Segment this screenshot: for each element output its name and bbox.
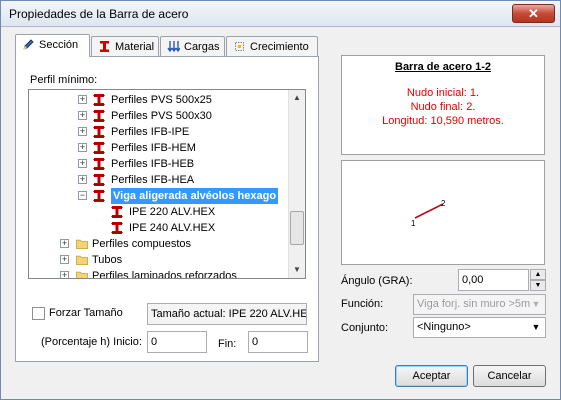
ibeam-profile-icon: [93, 174, 105, 186]
ibeam-profile-icon: [93, 142, 105, 154]
tree-item-label: IPE 240 ALV.HEX: [129, 222, 216, 234]
chevron-down-icon: ▼: [531, 322, 541, 332]
tree-item[interactable]: + Perfiles IFB-HEA: [29, 172, 289, 188]
perfil-minimo-label: Perfil mínimo:: [30, 74, 98, 86]
fin-input[interactable]: 0: [248, 331, 308, 353]
conjunto-select[interactable]: <Ninguno> ▼: [413, 317, 546, 338]
scroll-thumb[interactable]: [290, 211, 304, 245]
ibeam-profile-icon: [111, 206, 123, 218]
close-button[interactable]: ✕: [512, 4, 555, 23]
tab-seccion[interactable]: Sección: [15, 34, 90, 57]
collapse-icon[interactable]: −: [78, 191, 87, 200]
tab-material[interactable]: Material: [91, 36, 159, 57]
tree-item-label: Perfiles compuestos: [92, 238, 192, 250]
forzar-tamano-checkbox[interactable]: [32, 307, 45, 320]
tree-item[interactable]: + Perfiles IFB-HEM: [29, 140, 289, 156]
expand-icon[interactable]: +: [78, 159, 87, 168]
longitud-text: Longitud: 10,590 metros.: [382, 115, 504, 127]
tree-item-label: Perfiles laminados reforzados: [92, 270, 237, 279]
ibeam-profile-icon: [111, 222, 123, 234]
expand-icon[interactable]: +: [60, 255, 69, 264]
ibeam-profile-icon: [93, 110, 105, 122]
tree-item-label: IPE 220 ALV.HEX: [129, 206, 216, 218]
tree-item[interactable]: + Perfiles compuestos: [29, 236, 289, 252]
scroll-up-button[interactable]: ▲: [289, 90, 305, 106]
tree-item-label: Perfiles IFB-IPE: [111, 126, 190, 138]
tree-item[interactable]: IPE 240 ALV.HEX: [29, 220, 289, 236]
bar-info-panel: Barra de acero 1-2 Nudo inicial: 1. Nudo…: [341, 55, 545, 155]
funcion-label: Función:: [341, 298, 384, 310]
growth-icon: [235, 42, 244, 51]
funcion-select[interactable]: Viga forj. sin muro >5m ▼: [413, 294, 546, 315]
tree-item[interactable]: + Perfiles PVS 500x30: [29, 108, 289, 124]
angulo-input[interactable]: 0,00: [458, 269, 529, 291]
scroll-down-button[interactable]: ▼: [289, 262, 305, 278]
tree-item[interactable]: + Perfiles IFB-IPE: [29, 124, 289, 140]
ibeam-icon: [100, 41, 109, 52]
node-start-label: 1: [411, 219, 416, 228]
nudo-inicial-text: Nudo inicial: 1.: [406, 87, 480, 99]
inicio-input[interactable]: 0: [147, 331, 207, 353]
angulo-spin-down[interactable]: ▼: [530, 280, 546, 291]
tamano-actual-field: Tamaño actual: IPE 220 ALV.HEX: [147, 303, 307, 325]
pencil-icon: [23, 39, 34, 50]
tree-item[interactable]: + Perfiles laminados reforzados: [29, 268, 289, 279]
fin-label: Fin:: [218, 338, 237, 350]
expand-icon[interactable]: +: [78, 143, 87, 152]
tree-item[interactable]: IPE 220 ALV.HEX: [29, 204, 289, 220]
title-bar: Propiedades de la Barra de acero ✕: [1, 1, 560, 27]
angulo-label: Ángulo (GRA):: [341, 275, 413, 287]
tree-item-label: Perfiles IFB-HEA: [111, 174, 195, 186]
tree-item[interactable]: + Perfiles IFB-HEB: [29, 156, 289, 172]
accept-button[interactable]: Aceptar: [395, 365, 468, 387]
tree-item-label: Perfiles PVS 500x25: [111, 94, 212, 106]
folder-icon: [76, 239, 88, 250]
expand-icon[interactable]: +: [60, 239, 69, 248]
bar-info-title: Barra de acero 1-2: [395, 61, 491, 73]
tree-item[interactable]: + Perfiles PVS 500x25: [29, 92, 289, 108]
cancel-button[interactable]: Cancelar: [473, 365, 546, 387]
tree-item[interactable]: + Tubos: [29, 252, 289, 268]
conjunto-label: Conjunto:: [341, 322, 389, 334]
tree-item-label: Perfiles PVS 500x30: [111, 110, 212, 122]
tree-item-label: Perfiles IFB-HEM: [111, 142, 196, 154]
node-end-label: 2: [441, 199, 446, 208]
tree-item-label: Viga aligerada alvéolos hexago: [111, 188, 279, 204]
bar-preview-drawing: 1 2: [411, 199, 446, 228]
ibeam-profile-icon: [93, 94, 105, 106]
expand-icon[interactable]: +: [78, 127, 87, 136]
chevron-down-icon: ▼: [531, 299, 541, 309]
folder-icon: [76, 271, 88, 278]
section-tab-panel: Perfil mínimo: + Perfiles PVS 500x25 + Perf…: [15, 56, 319, 362]
expand-icon[interactable]: +: [78, 111, 87, 120]
folder-icon: [76, 255, 88, 266]
bar-preview-canvas: 1 2: [341, 160, 545, 265]
expand-icon[interactable]: +: [60, 271, 69, 278]
window-title: Propiedades de la Barra de acero: [9, 7, 189, 21]
ibeam-profile-icon: [93, 190, 105, 202]
tree-item-label: Tubos: [92, 254, 123, 266]
expand-icon[interactable]: +: [78, 175, 87, 184]
tab-cargas[interactable]: Cargas: [160, 36, 225, 57]
ibeam-profile-icon: [93, 158, 105, 170]
tab-crecimiento[interactable]: Crecimiento: [226, 36, 318, 57]
tree-item[interactable]: − Viga aligerada alvéolos hexago: [29, 188, 289, 204]
properties-dialog: Propiedades de la Barra de acero ✕ Secci…: [0, 0, 561, 400]
nudo-final-text: Nudo final: 2.: [410, 101, 476, 113]
tree-vertical-scrollbar[interactable]: ▲ ▼: [288, 90, 305, 278]
expand-icon[interactable]: +: [78, 95, 87, 104]
ibeam-profile-icon: [93, 126, 105, 138]
forzar-tamano-label: Forzar Tamaño: [49, 307, 123, 319]
angulo-spin-up[interactable]: ▲: [530, 269, 546, 280]
profile-tree[interactable]: + Perfiles PVS 500x25 + Perfiles PVS 500x30…: [28, 89, 306, 279]
close-icon: ✕: [528, 6, 539, 21]
tree-item-label: Perfiles IFB-HEB: [111, 158, 195, 170]
inicio-label: (Porcentaje h) Inicio:: [41, 336, 142, 348]
loads-icon: [167, 41, 180, 53]
